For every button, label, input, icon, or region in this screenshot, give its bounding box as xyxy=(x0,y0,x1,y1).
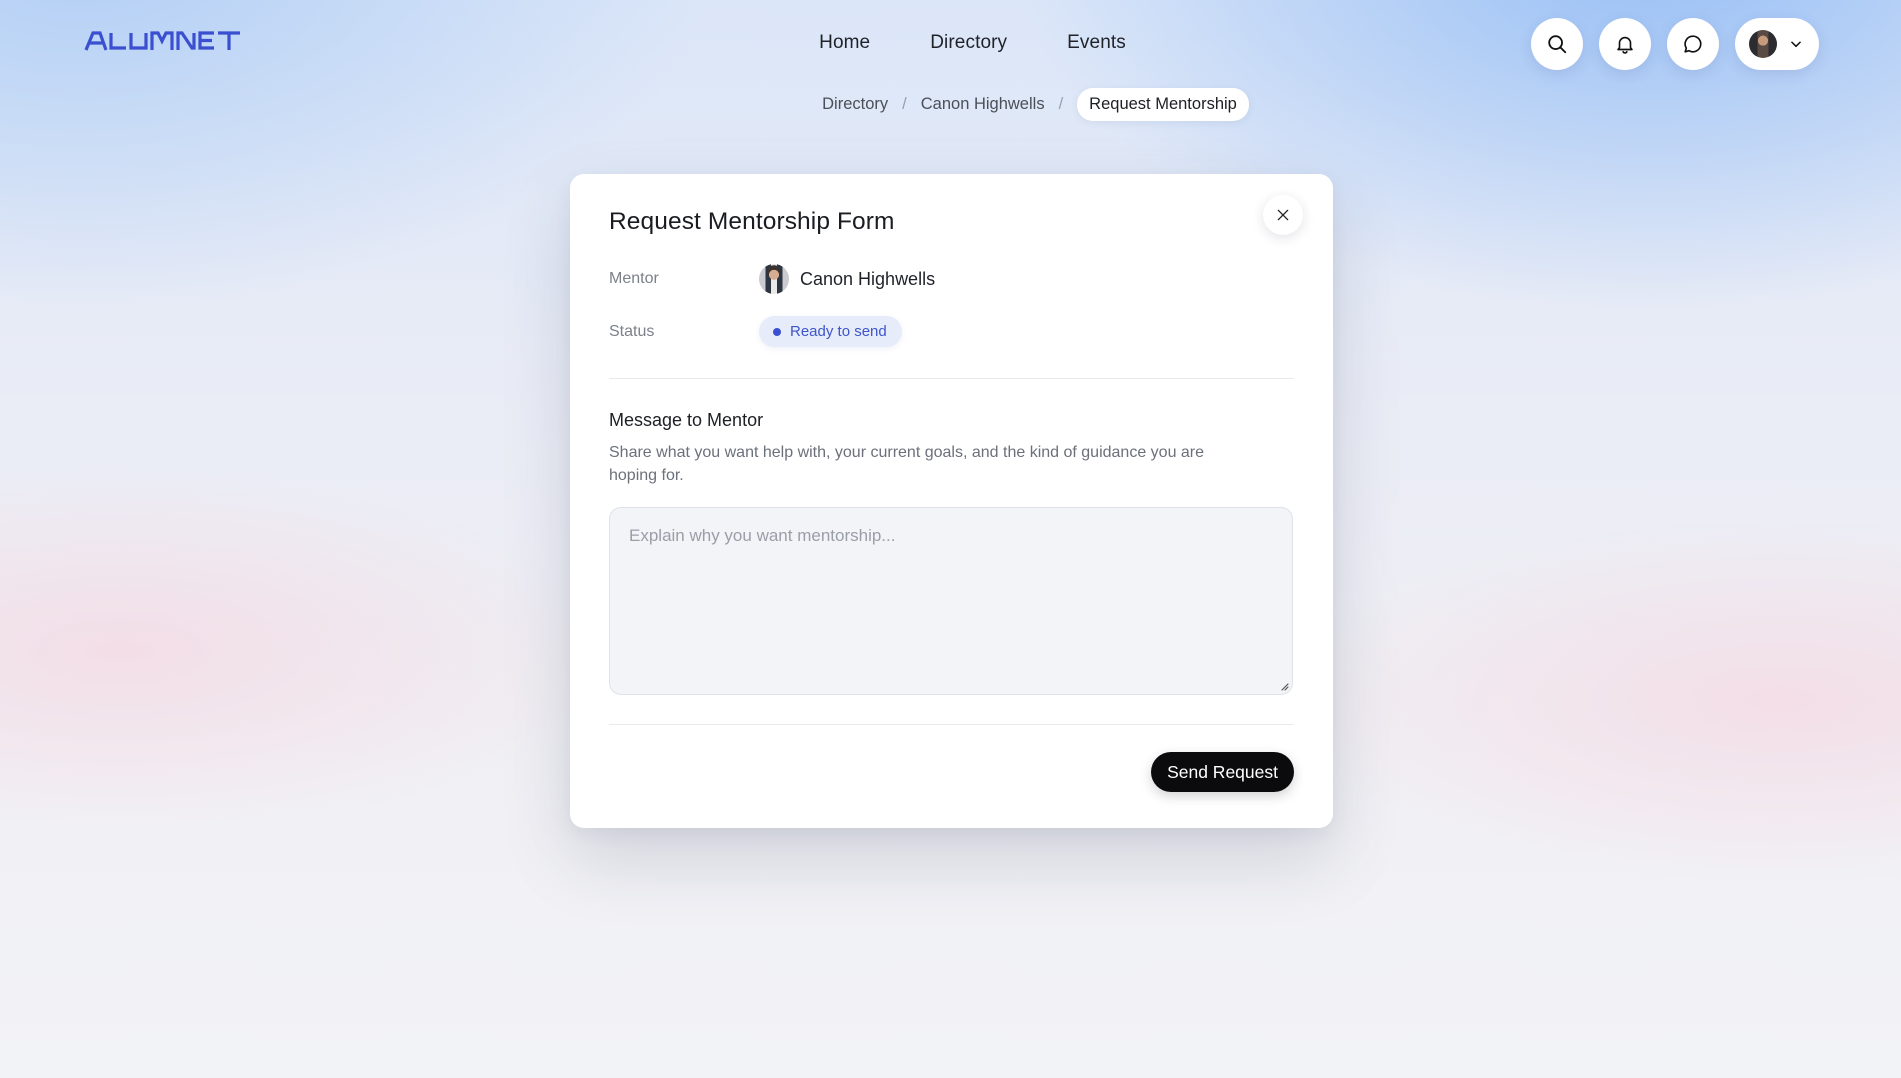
chevron-down-icon xyxy=(1791,41,1801,48)
message-help-text: Share what you want help with, your curr… xyxy=(609,444,1205,484)
search-icon xyxy=(1548,35,1567,54)
search-button[interactable] xyxy=(1531,18,1583,70)
modal-title: Request Mentorship Form xyxy=(609,208,895,235)
nav-home[interactable]: Home xyxy=(819,30,870,56)
breadcrumb-mentor[interactable]: Canon Highwells xyxy=(921,95,1045,114)
messages-button[interactable] xyxy=(1667,18,1719,70)
breadcrumb-separator: / xyxy=(1058,95,1064,113)
mentor-label: Mentor xyxy=(609,270,659,287)
profile-menu-button[interactable] xyxy=(1735,18,1819,70)
status-label: Status xyxy=(609,322,655,340)
nav-events[interactable]: Events xyxy=(1067,30,1126,56)
mentor-avatar xyxy=(759,264,789,294)
mentor-row: Mentor Canon Highwells xyxy=(609,264,935,294)
avatar xyxy=(1749,30,1777,58)
request-mentorship-modal: Request Mentorship Form Mentor Canon Hig… xyxy=(570,174,1333,828)
mentor-name[interactable]: Canon Highwells xyxy=(800,269,935,290)
breadcrumb-separator: / xyxy=(902,95,907,113)
breadcrumb: Directory / Canon Highwells / Request Me… xyxy=(0,88,1901,121)
notifications-button[interactable] xyxy=(1599,18,1651,70)
message-field-wrapper xyxy=(609,507,1293,695)
status-badge: Ready to send xyxy=(759,316,902,347)
resize-handle-icon[interactable] xyxy=(1279,681,1289,691)
breadcrumb-directory[interactable]: Directory xyxy=(822,95,888,114)
close-button[interactable] xyxy=(1263,195,1303,235)
top-actions xyxy=(1531,18,1819,70)
close-icon xyxy=(1277,209,1289,221)
message-title: Message to Mentor xyxy=(609,410,764,430)
chat-icon xyxy=(1684,35,1702,53)
status-text: Ready to send xyxy=(790,323,887,340)
send-request-button[interactable]: Send Request xyxy=(1151,752,1294,792)
nav-directory[interactable]: Directory xyxy=(930,30,1007,56)
status-dot-icon xyxy=(773,327,781,336)
bell-icon xyxy=(1617,36,1633,54)
status-row: Status Ready to send xyxy=(609,316,902,347)
divider xyxy=(609,378,1294,379)
divider xyxy=(609,724,1294,725)
breadcrumb-current: Request Mentorship xyxy=(1077,88,1249,121)
message-textarea[interactable] xyxy=(610,508,1292,694)
